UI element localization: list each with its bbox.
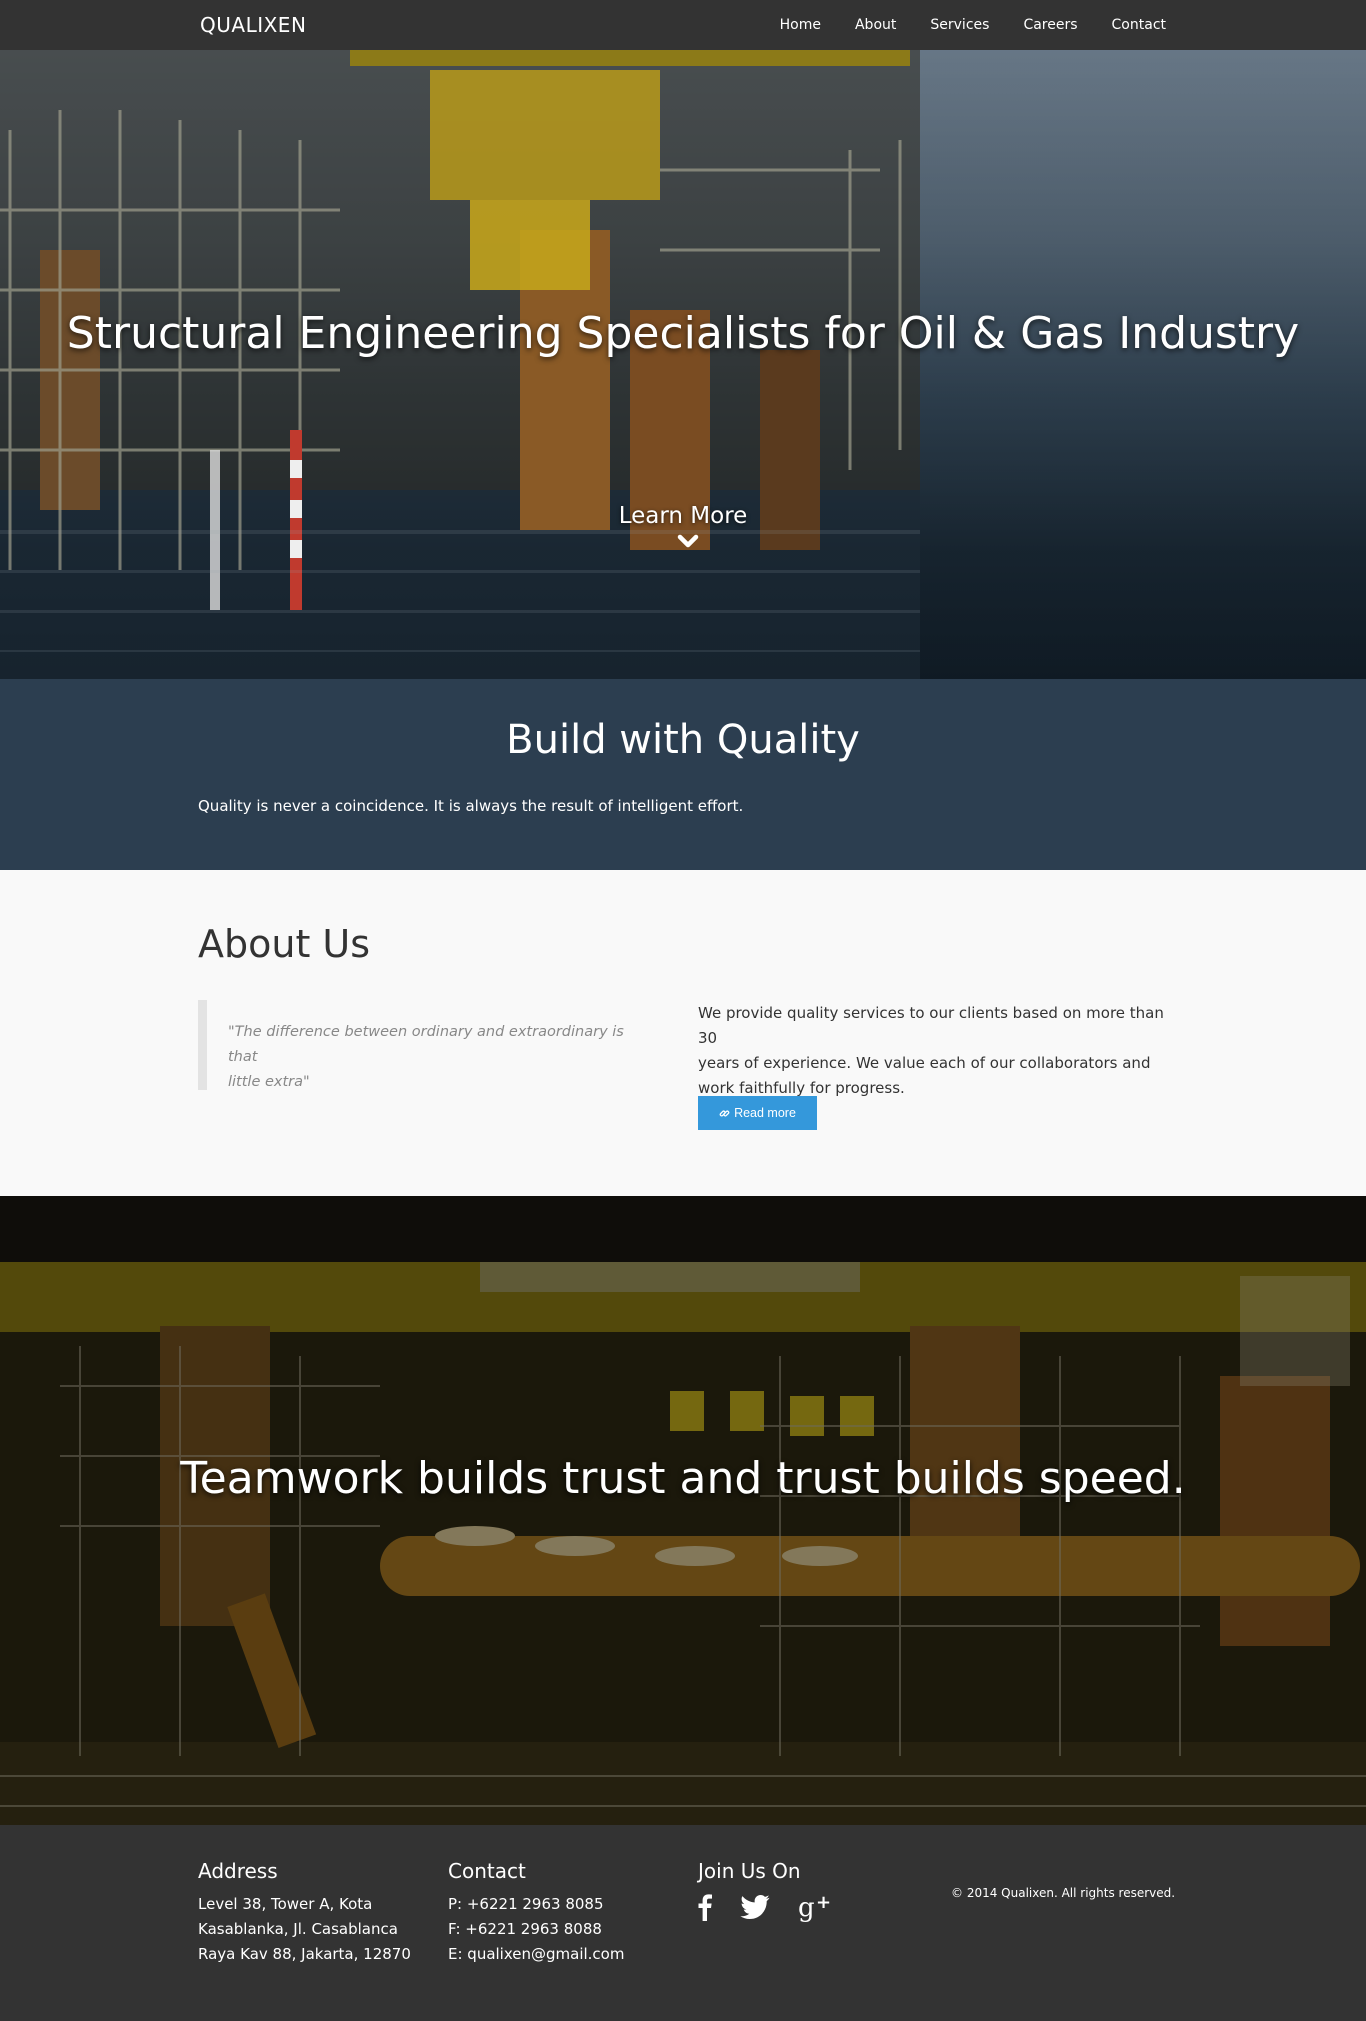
teamwork-title: Teamwork builds trust and trust builds s… [180,1453,1186,1504]
about-quote: "The difference between ordinary and ext… [198,1000,648,1090]
facebook-icon[interactable] [698,1893,712,1921]
nav-menu: Home About Services Careers Contact [746,0,1166,50]
quality-section: Build with Quality Quality is never a co… [0,679,1366,870]
social-title: Join Us On [698,1859,801,1883]
copyright-text: © 2014 Qualixen. All rights reserved. [951,1886,1176,1900]
nav-item-about[interactable]: About [855,17,896,33]
contact-fax: F: +6221 2963 8088 [448,1920,602,1938]
platform-construction-image [0,1196,1366,1825]
link-icon [719,1110,730,1116]
read-more-button[interactable]: Read more [698,1096,817,1130]
svg-text:g: g [798,1893,815,1922]
address-line: Kasablanka, Jl. Casablanca [198,1920,398,1938]
quote-line: little extra" [228,1074,310,1090]
nav-item-contact[interactable]: Contact [1112,17,1166,33]
address-title: Address [198,1859,278,1883]
teamwork-section: Teamwork builds trust and trust builds s… [0,1196,1366,1825]
quality-title: Build with Quality [506,717,860,763]
about-description: We provide quality services to our clien… [698,1001,1178,1101]
contact-email[interactable]: E: qualixen@gmail.com [448,1942,624,1967]
quality-text: Quality is never a coincidence. It is al… [198,797,744,815]
social-links: g + [698,1892,860,1922]
navbar: QUALIXEN Home About Services Careers Con… [0,0,1366,50]
google-plus-icon[interactable]: g + [798,1892,832,1922]
brand-logo[interactable]: QUALIXEN [200,13,306,37]
twitter-icon[interactable] [740,1895,770,1919]
nav-item-home[interactable]: Home [780,17,821,33]
address-line: Raya Kav 88, Jakarta, 12870 [198,1945,411,1963]
about-section: About Us "The difference between ordinar… [0,870,1366,1196]
quote-line: "The difference between ordinary and ext… [228,1024,624,1065]
footer-social: Join Us On g + [698,1859,860,1922]
about-title: About Us [198,922,371,966]
about-text-line: We provide quality services to our clien… [698,1004,1164,1047]
address-line: Level 38, Tower A, Kota [198,1895,373,1913]
read-more-label: Read more [734,1106,796,1120]
contact-phone: P: +6221 2963 8085 [448,1895,604,1913]
contact-title: Contact [448,1859,526,1883]
nav-item-services[interactable]: Services [930,17,989,33]
about-text-line: years of experience. We value each of ou… [698,1054,1151,1072]
hero-section: Structural Engineering Specialists for O… [0,50,1366,679]
footer-address: Address Level 38, Tower A, Kota Kasablan… [198,1859,411,1967]
svg-text:+: + [816,1892,831,1913]
footer: Address Level 38, Tower A, Kota Kasablan… [0,1825,1366,2021]
offshore-platform-image [0,50,920,679]
learn-more-link[interactable]: Learn More [0,503,1366,529]
footer-contact: Contact P: +6221 2963 8085 F: +6221 2963… [448,1859,624,1967]
nav-item-careers[interactable]: Careers [1023,17,1077,33]
chevron-down-icon[interactable] [676,532,700,552]
hero-title: Structural Engineering Specialists for O… [66,308,1300,359]
